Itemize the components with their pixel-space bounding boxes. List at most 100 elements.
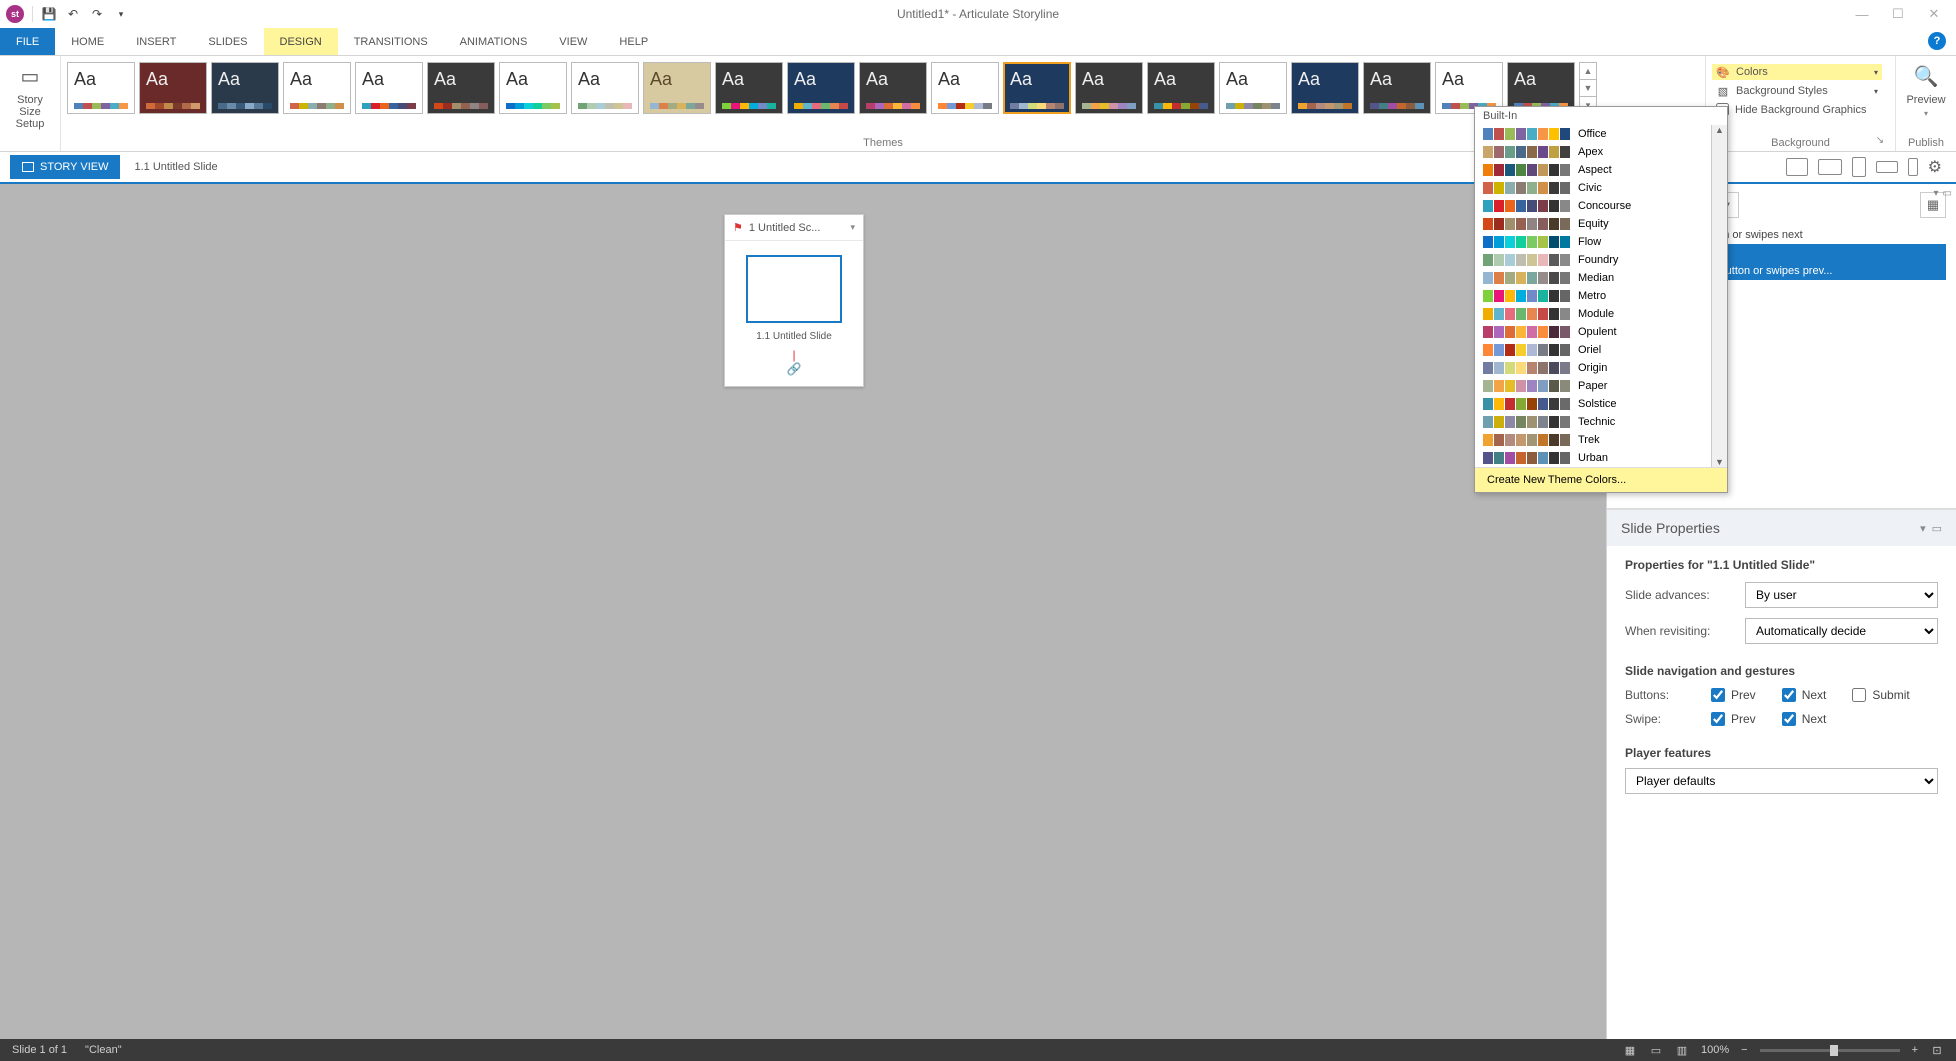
scene-header[interactable]: ⚑ 1 Untitled Sc... ▾ [725,215,863,241]
theme-swatch[interactable]: Aa [931,62,999,114]
color-scheme-item[interactable]: Opulent [1475,323,1727,341]
buttons-submit-checkbox[interactable] [1852,688,1866,702]
chevron-down-icon[interactable]: ▾ [850,222,855,233]
device-desktop-icon[interactable] [1786,158,1808,176]
device-tablet-landscape-icon[interactable] [1818,159,1842,175]
tab-slides[interactable]: SLIDES [192,28,263,55]
when-revisiting-select[interactable]: Automatically decide [1745,618,1938,644]
device-tablet-portrait-icon[interactable] [1852,157,1866,177]
theme-swatch[interactable]: Aa [1219,62,1287,114]
create-new-theme-colors[interactable]: Create New Theme Colors... [1475,467,1727,492]
color-scheme-item[interactable]: Apex [1475,143,1727,161]
color-scheme-item[interactable]: Flow [1475,233,1727,251]
theme-swatch[interactable]: Aa [571,62,639,114]
view-mode-normal-icon[interactable]: ▦ [1623,1043,1637,1057]
panel-collapse-icon[interactable]: ▭ [1932,522,1942,535]
minimize-button[interactable]: — [1846,4,1878,24]
color-scheme-item[interactable]: Urban [1475,449,1727,467]
theme-swatch[interactable]: Aa [1003,62,1071,114]
tab-design[interactable]: DESIGN [264,28,338,55]
tab-view[interactable]: VIEW [543,28,603,55]
slide-tab[interactable]: 1.1 Untitled Slide [120,155,231,179]
color-scheme-item[interactable]: Metro [1475,287,1727,305]
story-size-button[interactable]: ▭ Story Size Setup [6,60,54,132]
panel-menu-icon[interactable]: ▾ [1934,188,1939,199]
scene-card[interactable]: ⚑ 1 Untitled Sc... ▾ 1.1 Untitled Slide … [724,214,864,387]
color-scheme-item[interactable]: Concourse [1475,197,1727,215]
color-swatches [1483,344,1570,356]
help-icon[interactable]: ? [1928,32,1946,50]
save-icon[interactable]: 💾 [41,6,57,22]
zoom-slider[interactable] [1760,1049,1900,1052]
zoom-out-button[interactable]: − [1741,1044,1747,1056]
view-mode-fit-icon[interactable]: ▥ [1675,1043,1689,1057]
color-scheme-item[interactable]: Oriel [1475,341,1727,359]
buttons-prev-checkbox[interactable] [1711,688,1725,702]
theme-swatch[interactable]: Aa [139,62,207,114]
theme-swatch[interactable]: Aa [211,62,279,114]
background-dialog-launcher-icon[interactable]: ↘ [1873,135,1887,149]
tab-help[interactable]: HELP [603,28,664,55]
theme-swatch[interactable]: Aa [427,62,495,114]
color-scheme-item[interactable]: Technic [1475,413,1727,431]
story-view-canvas[interactable]: ⚑ 1 Untitled Sc... ▾ 1.1 Untitled Slide … [0,184,1606,1039]
color-scheme-item[interactable]: Equity [1475,215,1727,233]
color-scheme-item[interactable]: Median [1475,269,1727,287]
theme-swatch[interactable]: Aa [283,62,351,114]
device-phone-portrait-icon[interactable] [1908,158,1918,176]
theme-swatch[interactable]: Aa [643,62,711,114]
color-scheme-item[interactable]: Trek [1475,431,1727,449]
color-scheme-item[interactable]: Solstice [1475,395,1727,413]
gear-icon[interactable]: ⚙ [1928,157,1942,177]
theme-swatch[interactable]: Aa [1147,62,1215,114]
qat-dropdown-icon[interactable]: ▾ [113,6,129,22]
buttons-next-checkbox[interactable] [1782,688,1796,702]
preview-button[interactable]: 🔍 Preview ▾ [1902,60,1950,122]
player-features-select[interactable]: Player defaults [1625,768,1938,794]
background-styles-button[interactable]: ▧ Background Styles ▾ [1712,83,1882,99]
close-button[interactable]: ✕ [1918,4,1950,24]
tab-insert[interactable]: INSERT [120,28,192,55]
theme-swatch[interactable]: Aa [1291,62,1359,114]
app-icon[interactable]: st [6,5,24,23]
theme-swatch[interactable]: Aa [1075,62,1143,114]
scene-title: 1 Untitled Sc... [749,222,821,234]
color-scheme-item[interactable]: Civic [1475,179,1727,197]
device-phone-landscape-icon[interactable] [1876,161,1898,173]
theme-swatch[interactable]: Aa [1363,62,1431,114]
theme-swatch[interactable]: Aa [67,62,135,114]
swipe-prev-checkbox[interactable] [1711,712,1725,726]
color-scheme-item[interactable]: Foundry [1475,251,1727,269]
zoom-percent[interactable]: 100% [1701,1044,1729,1056]
color-scheme-item[interactable]: Origin [1475,359,1727,377]
swipe-next-checkbox[interactable] [1782,712,1796,726]
undo-icon[interactable]: ↶ [65,6,81,22]
theme-swatch[interactable]: Aa [715,62,783,114]
colors-scrollbar[interactable]: ▲▼ [1711,125,1727,467]
color-scheme-item[interactable]: Paper [1475,377,1727,395]
zoom-in-button[interactable]: + [1912,1044,1918,1056]
maximize-button[interactable]: ☐ [1882,4,1914,24]
slide-advances-select[interactable]: By user [1745,582,1938,608]
story-view-tab[interactable]: STORY VIEW [10,155,120,179]
color-scheme-item[interactable]: Module [1475,305,1727,323]
theme-swatch[interactable]: Aa [355,62,423,114]
color-scheme-item[interactable]: Office [1475,125,1727,143]
tab-file[interactable]: FILE [0,28,55,55]
themes-gallery[interactable]: Aa Aa Aa Aa Aa Aa Aa Aa Aa Aa Aa Aa Aa A… [67,60,1699,135]
panel-menu-icon[interactable]: ▾ [1920,522,1926,535]
theme-swatch[interactable]: Aa [499,62,567,114]
tab-home[interactable]: HOME [55,28,120,55]
theme-swatch[interactable]: Aa [787,62,855,114]
fit-to-window-icon[interactable]: ⊡ [1930,1043,1944,1057]
panel-collapse-icon[interactable]: ▭ [1943,188,1952,199]
colors-dropdown-button[interactable]: 🎨 Colors ▾ [1712,64,1882,80]
tab-transitions[interactable]: TRANSITIONS [338,28,444,55]
color-scheme-item[interactable]: Aspect [1475,161,1727,179]
theme-swatch[interactable]: Aa [859,62,927,114]
redo-icon[interactable]: ↷ [89,6,105,22]
hide-bg-graphics-checkbox[interactable]: Hide Background Graphics [1712,102,1882,117]
slide-thumbnail[interactable] [746,255,842,323]
tab-animations[interactable]: ANIMATIONS [444,28,544,55]
view-mode-slide-icon[interactable]: ▭ [1649,1043,1663,1057]
